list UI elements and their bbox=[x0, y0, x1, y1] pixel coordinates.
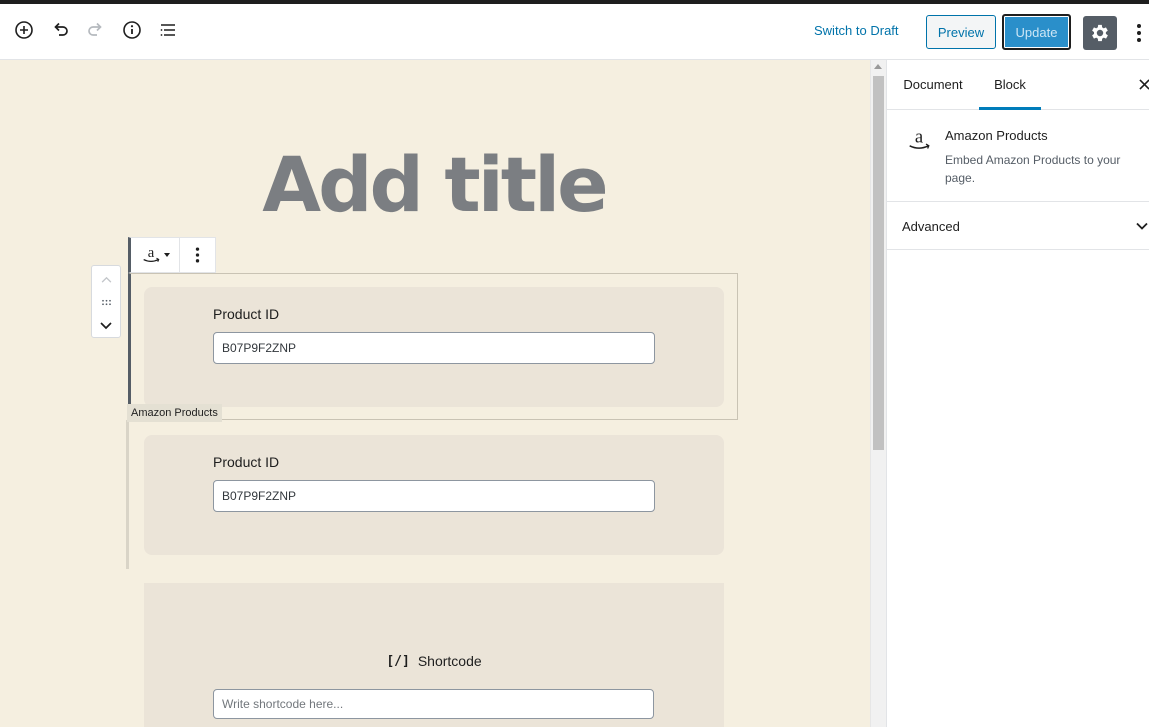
shortcode-block[interactable]: [/] Shortcode Write shortcode here... bbox=[144, 583, 724, 727]
undo-icon[interactable] bbox=[48, 18, 72, 42]
block-toolbar: a bbox=[128, 237, 216, 273]
svg-text:a: a bbox=[148, 245, 155, 261]
amazon-icon: a bbox=[143, 245, 160, 263]
add-block-icon[interactable] bbox=[12, 18, 36, 42]
product-id-label: Product ID bbox=[213, 454, 280, 470]
block-switcher-button[interactable]: a bbox=[131, 238, 180, 272]
block-card: a Amazon Products Embed Amazon Products … bbox=[887, 110, 1149, 202]
amazon-product-block[interactable]: Product ID B07P9F2ZNP bbox=[144, 435, 724, 555]
gear-icon bbox=[1092, 24, 1108, 42]
more-vertical-icon bbox=[1137, 24, 1141, 42]
move-down-button[interactable] bbox=[92, 315, 120, 337]
outline-icon[interactable] bbox=[156, 18, 180, 42]
amazon-icon: a bbox=[909, 126, 930, 149]
redo-icon[interactable] bbox=[84, 18, 108, 42]
product-id-input[interactable]: B07P9F2ZNP bbox=[213, 332, 655, 364]
tab-block[interactable]: Block bbox=[979, 60, 1041, 110]
shortcode-input[interactable]: Write shortcode here... bbox=[213, 689, 654, 719]
editor-canvas: Add title a Product ID B07P9F2ZNP Amazon… bbox=[0, 60, 870, 727]
sidebar-tabs: Document Block bbox=[887, 60, 1149, 110]
drag-handle-icon bbox=[101, 299, 111, 305]
update-button[interactable]: Update bbox=[1002, 14, 1071, 50]
scrollbar-thumb[interactable] bbox=[873, 76, 884, 450]
shortcode-icon: [/] bbox=[386, 653, 410, 669]
block-card-title: Amazon Products bbox=[945, 128, 1048, 143]
caret-down-icon bbox=[163, 253, 170, 257]
product-id-input[interactable]: B07P9F2ZNP bbox=[213, 480, 655, 512]
advanced-panel-toggle[interactable]: Advanced bbox=[887, 202, 1149, 250]
chevron-up-icon bbox=[101, 276, 111, 283]
settings-button[interactable] bbox=[1083, 16, 1117, 50]
close-sidebar-button[interactable] bbox=[1137, 76, 1149, 92]
advanced-panel-title: Advanced bbox=[902, 219, 960, 234]
block-left-bar bbox=[126, 420, 129, 569]
block-mover bbox=[91, 265, 121, 338]
chevron-down-icon bbox=[100, 322, 112, 330]
shortcode-header: [/] Shortcode bbox=[144, 653, 724, 669]
svg-text:a: a bbox=[915, 126, 924, 147]
tab-document[interactable]: Document bbox=[891, 60, 975, 110]
block-card-description: Embed Amazon Products to your page. bbox=[945, 153, 1121, 185]
preview-button[interactable]: Preview bbox=[926, 15, 996, 49]
editor-scrollbar[interactable] bbox=[870, 60, 886, 727]
post-title[interactable]: Add title bbox=[0, 140, 868, 229]
product-id-label: Product ID bbox=[213, 306, 280, 322]
more-vertical-icon bbox=[195, 247, 200, 263]
info-icon[interactable] bbox=[120, 18, 144, 42]
editor-header: Switch to Draft Preview Update bbox=[0, 4, 1149, 60]
close-icon bbox=[1138, 78, 1149, 90]
block-more-button[interactable] bbox=[180, 238, 215, 272]
drag-handle[interactable] bbox=[92, 291, 120, 313]
scroll-up-arrow[interactable] bbox=[874, 64, 882, 69]
shortcode-label: Shortcode bbox=[417, 653, 482, 669]
chevron-down-icon bbox=[1136, 222, 1148, 230]
move-up-button[interactable] bbox=[92, 268, 120, 290]
block-type-label: Amazon Products bbox=[127, 404, 222, 422]
more-options-button[interactable] bbox=[1130, 20, 1148, 46]
switch-to-draft-button[interactable]: Switch to Draft bbox=[808, 21, 905, 40]
settings-sidebar: Document Block a Amazon Products Embed A… bbox=[886, 60, 1149, 727]
amazon-product-block[interactable]: Product ID B07P9F2ZNP bbox=[144, 287, 724, 407]
